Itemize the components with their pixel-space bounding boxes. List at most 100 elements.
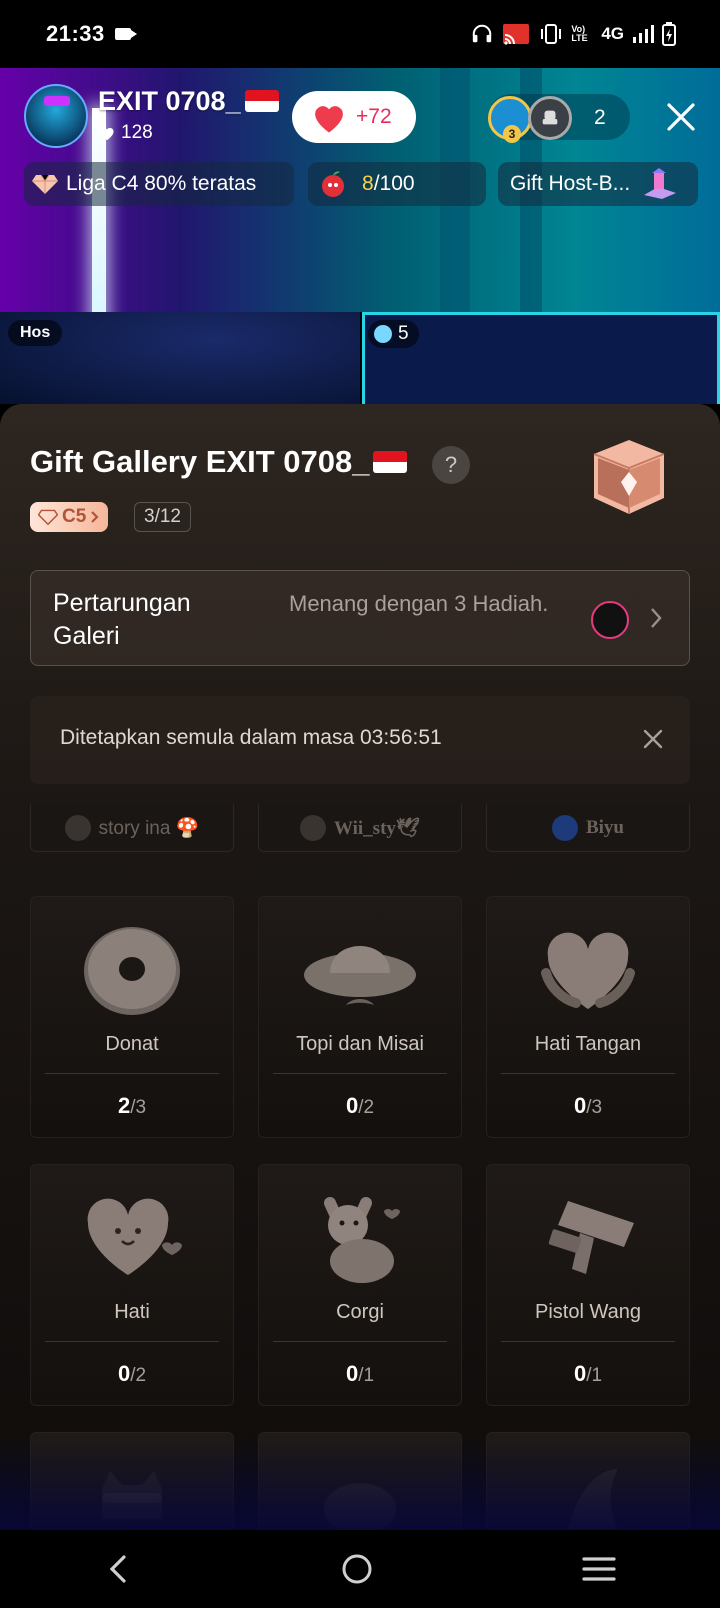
guest-score: 5 bbox=[398, 323, 409, 344]
heart-hands-icon bbox=[541, 932, 635, 1009]
gift-goal-current: 8 bbox=[362, 172, 374, 195]
diamond-icon bbox=[38, 509, 58, 525]
heart-icon bbox=[87, 1198, 182, 1275]
gift-count: 0/2 bbox=[31, 1361, 233, 1387]
gift-count-current: 0 bbox=[573, 1093, 587, 1118]
home-icon[interactable] bbox=[340, 1552, 374, 1586]
gifter-name: Biyu bbox=[585, 816, 625, 838]
gift-name: Donat bbox=[105, 1033, 159, 1055]
gifter-avatar bbox=[64, 814, 91, 841]
rank-badge[interactable]: C5 bbox=[30, 502, 109, 532]
gallery-showcase-icon bbox=[593, 440, 665, 514]
host-name[interactable]: EXIT 0708_ bbox=[98, 86, 279, 117]
status-icons: Vo) LTE 4G bbox=[471, 22, 676, 46]
host-avatar[interactable] bbox=[24, 84, 88, 148]
rank-label: C5 bbox=[62, 506, 87, 527]
battle-title: Pertarungan Galeri bbox=[53, 589, 191, 650]
sheet-title-text: Gift Gallery EXIT 0708_ bbox=[30, 444, 370, 479]
chevron-right-icon bbox=[651, 608, 662, 628]
money-gun-icon bbox=[548, 1201, 634, 1274]
host-likes-count: 128 bbox=[121, 122, 153, 143]
signal-icon bbox=[633, 25, 654, 43]
top-gifter-slot[interactable]: story ina 🍄 bbox=[30, 804, 234, 852]
back-icon[interactable] bbox=[104, 1553, 132, 1585]
league-chip[interactable]: Liga C4 80% teratas bbox=[24, 162, 294, 206]
like-button[interactable]: +72 bbox=[292, 91, 416, 143]
menu-icon[interactable] bbox=[582, 1556, 616, 1582]
guest-score-tag: 5 bbox=[368, 320, 419, 348]
cast-icon bbox=[503, 24, 530, 45]
top-gifter-slot[interactable]: Biyu bbox=[486, 804, 690, 852]
gift-count: 0/3 bbox=[487, 1093, 689, 1119]
hat-mustache-icon bbox=[304, 946, 416, 1005]
gift-name: Corgi bbox=[336, 1301, 384, 1323]
divider bbox=[501, 1341, 675, 1342]
reset-timer-banner: Ditetapkan semula dalam masa 03:56:51 bbox=[30, 696, 690, 784]
indonesia-flag-icon bbox=[245, 90, 279, 112]
network-type: 4G bbox=[601, 24, 624, 43]
battle-description: Menang dengan 3 Hadiah. bbox=[289, 591, 549, 616]
league-text: Liga C4 80% teratas bbox=[66, 172, 257, 195]
gift-tile-corgi[interactable]: Corgi 0/1 bbox=[258, 1164, 462, 1406]
gift-count-current: 0 bbox=[117, 1361, 131, 1386]
status-bar: 21:33 Vo) LTE 4G bbox=[0, 0, 720, 68]
gifter-avatar bbox=[299, 814, 326, 841]
system-nav-bar bbox=[0, 1530, 720, 1608]
reset-timer-text: Ditetapkan semula dalam masa 03:56:51 bbox=[60, 726, 442, 749]
donut-icon bbox=[84, 927, 180, 1015]
gifter-avatar bbox=[551, 814, 578, 841]
viewer-list[interactable]: 3 2 bbox=[488, 94, 630, 143]
gift-count: 0/2 bbox=[259, 1093, 461, 1119]
gift-count-current: 0 bbox=[345, 1093, 359, 1118]
gift-count-total: /1 bbox=[358, 1365, 375, 1386]
corgi-icon bbox=[324, 1197, 400, 1283]
gifter-name: story ina 🍄 bbox=[98, 817, 200, 839]
gift-count: 0/1 bbox=[259, 1361, 461, 1387]
gift-name: Hati bbox=[114, 1301, 150, 1323]
gift-count: 0/1 bbox=[487, 1361, 689, 1387]
gallery-battle-card[interactable]: Pertarungan Galeri Menang dengan 3 Hadia… bbox=[30, 570, 690, 666]
gallery-progress: 3/12 bbox=[134, 502, 191, 532]
gift-count-current: 0 bbox=[345, 1361, 359, 1386]
fruit-gift-icon bbox=[322, 171, 344, 197]
gift-tile-hati[interactable]: Hati 0/2 bbox=[30, 1164, 234, 1406]
gift-count: 2/3 bbox=[31, 1093, 233, 1119]
gift-tile-topi-dan-misai[interactable]: Topi dan Misai 0/2 bbox=[258, 896, 462, 1138]
gift-gallery-sheet: Gift Gallery EXIT 0708_ ? C5 3/12 Pertar… bbox=[0, 404, 720, 1530]
gift-count-total: /2 bbox=[130, 1365, 147, 1386]
gift-count-total: /2 bbox=[358, 1097, 375, 1118]
gift-name: Hati Tangan bbox=[534, 1033, 642, 1055]
seat-icon bbox=[542, 110, 558, 125]
red-heart-icon bbox=[315, 106, 343, 133]
gift-host-chip[interactable]: Gift Host-B... bbox=[498, 162, 698, 206]
viewer-avatar[interactable] bbox=[528, 96, 572, 140]
gift-tile-pistol-wang[interactable]: Pistol Wang 0/1 bbox=[486, 1164, 690, 1406]
gift-count-total: /3 bbox=[586, 1097, 603, 1118]
gift-count-total: /3 bbox=[130, 1097, 147, 1118]
gift-tile-donat[interactable]: Donat 2/3 bbox=[30, 896, 234, 1138]
diamond-icon bbox=[32, 174, 58, 194]
host-name-text: EXIT 0708_ bbox=[98, 86, 241, 116]
gifter-name: Wii_sty🕊 bbox=[333, 817, 421, 839]
close-icon[interactable] bbox=[664, 100, 698, 134]
top-viewer-avatar[interactable]: 3 bbox=[488, 96, 532, 143]
volte-label: Vo) LTE bbox=[571, 24, 588, 43]
host-likes: 128 bbox=[98, 122, 153, 144]
close-icon[interactable] bbox=[642, 728, 664, 750]
host-tag: Hos bbox=[8, 320, 63, 346]
viewer-count: 2 bbox=[594, 106, 606, 129]
divider bbox=[273, 1341, 447, 1342]
gift-tile-hati-tangan[interactable]: Hati Tangan 0/3 bbox=[486, 896, 690, 1138]
chevron-right-icon bbox=[91, 511, 99, 523]
top-gifter-slot[interactable]: Wii_sty🕊 bbox=[258, 804, 462, 852]
heart-icon bbox=[100, 127, 114, 141]
gift-goal-chip[interactable]: 8/100 bbox=[308, 162, 486, 206]
divider bbox=[45, 1341, 219, 1342]
divider bbox=[501, 1073, 675, 1074]
help-icon[interactable]: ? bbox=[432, 446, 470, 484]
battery-icon bbox=[662, 22, 676, 46]
indonesia-flag-icon bbox=[373, 451, 407, 473]
gift-count-current: 2 bbox=[117, 1093, 131, 1118]
status-time: 21:33 bbox=[46, 21, 105, 46]
gift-goal-total: /100 bbox=[373, 172, 415, 195]
